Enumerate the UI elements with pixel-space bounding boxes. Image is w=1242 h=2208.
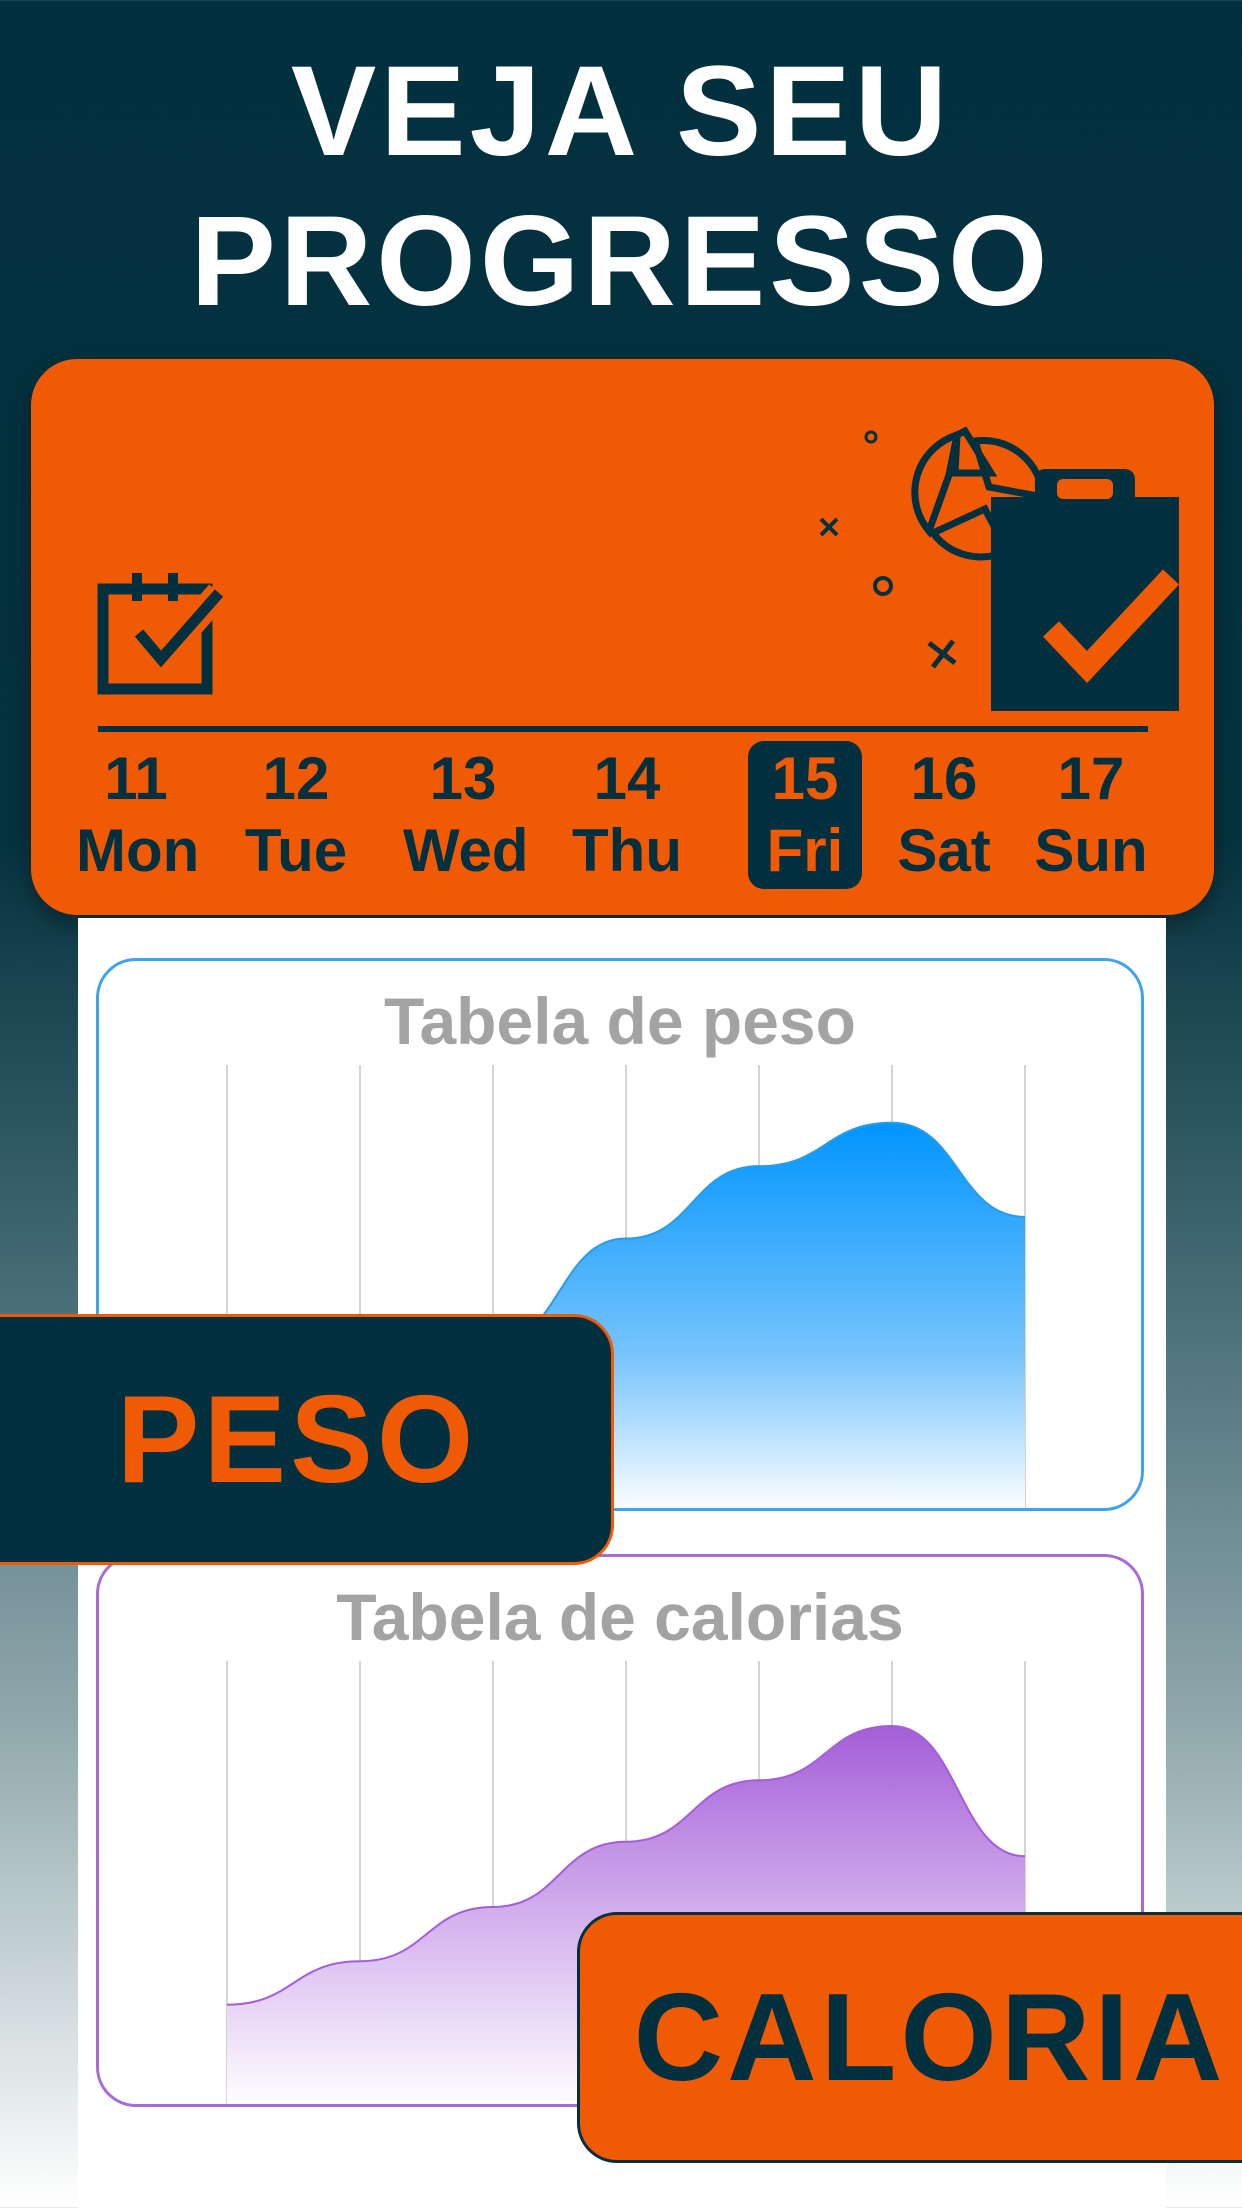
headline-line-2: PROGRESSO: [190, 190, 1052, 333]
calorie-chart-title: Tabela de calorias: [336, 1580, 904, 1654]
day-number: 14: [593, 745, 661, 812]
caloria-badge: CALORIA: [577, 1912, 1242, 2163]
day-thu[interactable]: 14 Thu: [567, 741, 687, 889]
day-number: 11: [104, 745, 168, 812]
day-number: 15: [771, 745, 839, 812]
day-fri-selected[interactable]: 15 Fri: [748, 741, 862, 889]
day-number: 17: [1057, 745, 1125, 812]
day-name: Fri: [766, 817, 844, 884]
day-sat[interactable]: 16 Sat: [884, 741, 1004, 889]
clipboard-check-icon: [819, 426, 1179, 711]
day-wed[interactable]: 13 Wed: [403, 741, 529, 889]
day-number: 16: [910, 745, 978, 812]
peso-badge: PESO: [0, 1314, 614, 1565]
day-number: 13: [429, 745, 497, 812]
calendar-card: 11 Mon 12 Tue 13 Wed 14 Thu 15 Fri 16 Sa…: [31, 359, 1214, 915]
day-name: Sat: [897, 817, 991, 884]
day-name: Mon: [76, 817, 200, 884]
day-name: Thu: [572, 817, 682, 884]
headline-line-1: VEJA SEU: [290, 40, 952, 183]
day-name: Sun: [1034, 817, 1148, 884]
day-sun[interactable]: 17 Sun: [1031, 741, 1151, 889]
day-name: Wed: [403, 817, 529, 884]
day-name: Tue: [244, 817, 348, 884]
day-mon[interactable]: 11 Mon: [76, 741, 200, 889]
day-number: 12: [262, 745, 330, 812]
day-tue[interactable]: 12 Tue: [236, 741, 356, 889]
weight-chart-title: Tabela de peso: [384, 984, 856, 1058]
calendar-check-icon: [97, 573, 227, 695]
calendar-divider: [98, 726, 1148, 732]
